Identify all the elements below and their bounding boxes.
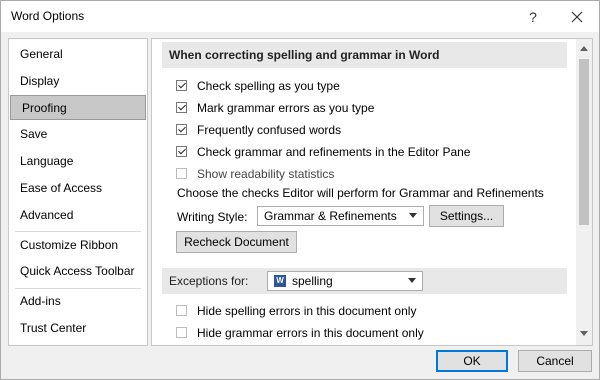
sidebar-item-ease-of-access[interactable]: Ease of Access xyxy=(9,176,147,201)
writing-style-dropdown[interactable]: Grammar & Refinements xyxy=(257,206,424,226)
option-label: Mark grammar errors as you type xyxy=(197,101,375,115)
option-label: Check spelling as you type xyxy=(197,79,340,93)
grammar-checks-caption: Choose the checks Editor will perform fo… xyxy=(177,186,544,200)
checkbox[interactable] xyxy=(176,102,187,113)
scroll-thumb[interactable] xyxy=(579,59,589,225)
exceptions-dropdown[interactable]: W spelling xyxy=(267,271,423,291)
checkbox[interactable] xyxy=(176,327,187,338)
scroll-down-arrow-icon[interactable] xyxy=(580,331,588,336)
sidebar-item-proofing[interactable]: Proofing xyxy=(10,95,146,120)
exceptions-value: spelling xyxy=(292,274,333,288)
sidebar-item-language[interactable]: Language xyxy=(9,149,147,174)
sidebar-item-quick-access-toolbar[interactable]: Quick Access Toolbar xyxy=(9,259,147,284)
sidebar-item-trust-center[interactable]: Trust Center xyxy=(9,316,147,341)
sidebar-divider xyxy=(15,231,141,232)
chevron-down-icon xyxy=(408,278,416,283)
checkbox[interactable] xyxy=(176,146,187,157)
sidebar-item-customize-ribbon[interactable]: Customize Ribbon xyxy=(9,233,147,258)
chevron-down-icon xyxy=(409,213,417,218)
settings-button[interactable]: Settings... xyxy=(429,205,504,227)
option-label: Hide grammar errors in this document onl… xyxy=(197,326,424,340)
writing-style-label: Writing Style: xyxy=(177,210,248,224)
word-options-dialog: Word Options ? General Display Proofing … xyxy=(0,0,600,380)
word-document-icon: W xyxy=(274,275,286,287)
close-icon xyxy=(571,11,583,23)
proofing-content-pane: When correcting spelling and grammar in … xyxy=(151,38,593,346)
option-label: Check grammar and refinements in the Edi… xyxy=(197,145,471,159)
section-header: When correcting spelling and grammar in … xyxy=(162,42,567,68)
sidebar-item-add-ins[interactable]: Add-ins xyxy=(9,289,147,314)
checkbox[interactable] xyxy=(176,124,187,135)
recheck-document-button[interactable]: Recheck Document xyxy=(176,231,297,253)
sidebar-item-advanced[interactable]: Advanced xyxy=(9,203,147,228)
option-label: Hide spelling errors in this document on… xyxy=(197,304,417,318)
cancel-button[interactable]: Cancel xyxy=(518,350,592,372)
checkbox[interactable] xyxy=(176,305,187,316)
sidebar-item-general[interactable]: General xyxy=(9,42,147,67)
scroll-up-arrow-icon[interactable] xyxy=(580,46,588,51)
checkbox[interactable] xyxy=(176,80,187,91)
option-label: Show readability statistics xyxy=(197,167,335,181)
exceptions-label: Exceptions for: xyxy=(169,274,249,288)
window-title: Word Options xyxy=(11,9,85,23)
checkbox[interactable] xyxy=(176,168,187,179)
sidebar-item-save[interactable]: Save xyxy=(9,122,147,147)
help-button[interactable]: ? xyxy=(513,5,553,29)
vertical-scrollbar[interactable] xyxy=(576,39,592,345)
sidebar-item-display[interactable]: Display xyxy=(9,69,147,94)
title-bar: Word Options ? xyxy=(1,1,599,32)
ok-button[interactable]: OK xyxy=(436,350,508,372)
writing-style-value: Grammar & Refinements xyxy=(264,209,397,223)
option-label: Frequently confused words xyxy=(197,123,342,137)
close-button[interactable] xyxy=(557,5,597,29)
options-sidebar: General Display Proofing Save Language E… xyxy=(8,38,148,346)
